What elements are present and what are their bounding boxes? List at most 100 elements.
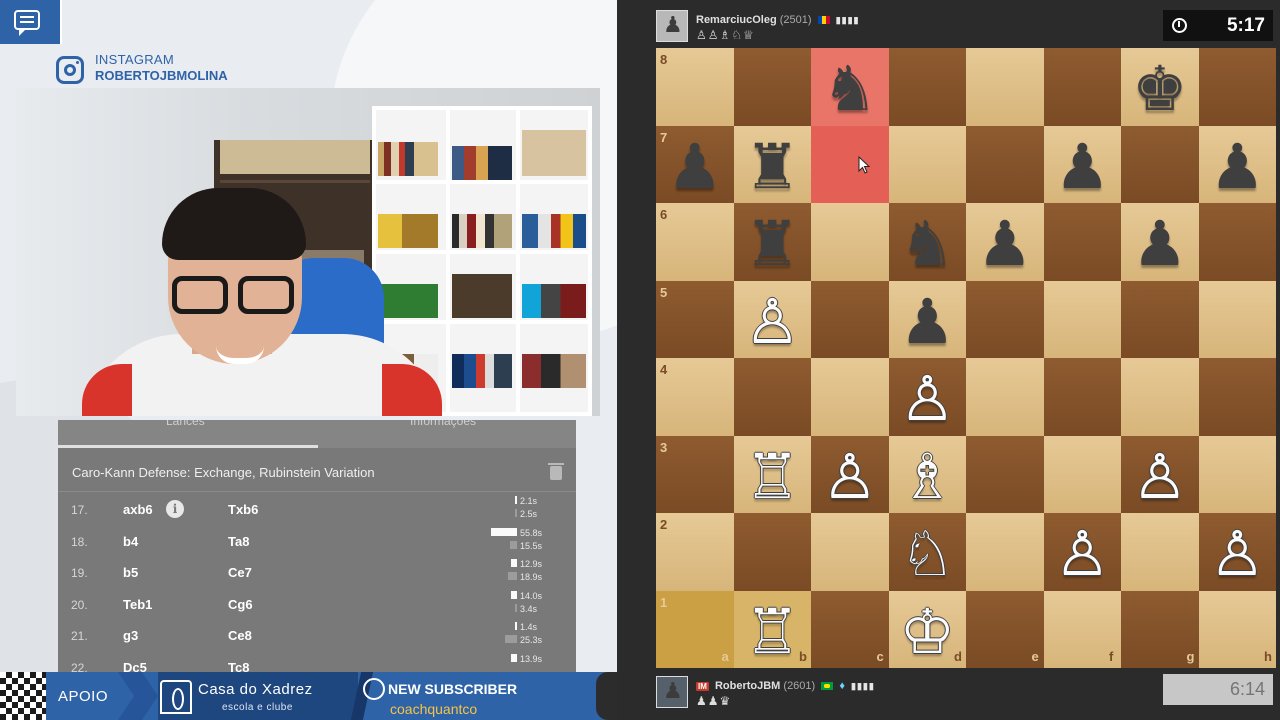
square-a4[interactable] [656,358,734,436]
square-a5[interactable] [656,280,734,358]
black-piece-g6[interactable]: ♟ [1121,205,1199,283]
move-row[interactable]: 19. b5 Ce7 12.9s 18.9s [58,556,576,588]
square-b4[interactable] [733,358,811,436]
white-piece-d3[interactable]: ♗ [889,438,967,516]
square-g4[interactable] [1121,358,1199,436]
black-piece-b6[interactable]: ♜ [734,205,812,283]
white-move[interactable]: axb6 [123,502,153,517]
square-a6[interactable] [656,203,734,281]
square-h8[interactable] [1198,48,1276,126]
white-piece-d4[interactable]: ♙ [889,360,967,438]
player-name[interactable]: RemarciucOleg [696,14,777,26]
square-h4[interactable] [1198,358,1276,436]
square-e5[interactable] [966,280,1044,358]
black-piece-h7[interactable]: ♟ [1199,128,1277,206]
white-time-bar [515,496,517,504]
square-b8[interactable] [733,48,811,126]
black-move[interactable]: Ce8 [228,628,252,643]
square-c7[interactable] [811,125,889,203]
move-row[interactable]: 22. Dc5 Tc8 13.9s [58,651,576,672]
square-d7[interactable] [888,125,966,203]
file-label: a [721,649,729,664]
white-piece-g3[interactable]: ♙ [1121,438,1199,516]
player-name[interactable]: RobertoJBM [715,680,780,692]
black-move[interactable]: Cg6 [228,597,253,612]
square-h6[interactable] [1198,203,1276,281]
square-e3[interactable] [966,435,1044,513]
square-b2[interactable] [733,513,811,591]
square-d8[interactable] [888,48,966,126]
square-g2[interactable] [1121,513,1199,591]
bottom-clock-time: 6:14 [1229,679,1265,699]
new-subscriber-label: NEW SUBSCRIBER [388,681,518,697]
chess-board[interactable]: 8 7 6 5 4 3 2 1 a b c d e f g h ♞ ♚ ♟ ♜ ♟ ♟ ♜ ♞ ♟ ♟ ♙ ♟ ♙ ♖ ♙ ♗ ♙ ♘ ♙ ♙ ♖ ♔ [656,48,1276,668]
square-h5[interactable] [1198,280,1276,358]
move-row[interactable]: 21. g3 Ce8 1.4s 25.3s [58,619,576,651]
white-piece-d2[interactable]: ♘ [889,515,967,593]
avatar[interactable] [656,676,688,708]
black-piece-g8[interactable]: ♚ [1121,50,1199,128]
white-move[interactable]: b4 [123,534,138,549]
white-piece-b5[interactable]: ♙ [734,283,812,361]
black-move[interactable]: Tc8 [228,660,249,672]
square-a8[interactable] [656,48,734,126]
square-e2[interactable] [966,513,1044,591]
black-piece-d5[interactable]: ♟ [889,283,967,361]
square-c5[interactable] [811,280,889,358]
white-move[interactable]: b5 [123,565,138,580]
move-number: 17. [71,503,88,517]
square-f6[interactable] [1043,203,1121,281]
white-piece-d1[interactable]: ♔ [889,593,967,671]
black-move[interactable]: Txb6 [228,502,258,517]
white-piece-b1[interactable]: ♖ [734,593,812,671]
trash-icon[interactable] [548,463,564,480]
square-c4[interactable] [811,358,889,436]
square-e7[interactable] [966,125,1044,203]
white-piece-h2[interactable]: ♙ [1199,515,1277,593]
move-row[interactable]: 20. Teb1 Cg6 14.0s 3.4s [58,588,576,620]
file-label: c [876,649,884,664]
white-piece-f2[interactable]: ♙ [1044,515,1122,593]
square-f4[interactable] [1043,358,1121,436]
info-icon[interactable]: i [166,500,184,518]
white-piece-c3[interactable]: ♙ [811,438,889,516]
square-e8[interactable] [966,48,1044,126]
move-row[interactable]: 17. axb6 i Txb6 2.1s 2.5s [58,493,576,525]
black-piece-b7[interactable]: ♜ [734,128,812,206]
black-piece-e6[interactable]: ♟ [966,205,1044,283]
white-move[interactable]: Dc5 [123,660,147,672]
sponsor-logo-icon [160,680,192,714]
square-g5[interactable] [1121,280,1199,358]
avatar[interactable] [656,10,688,42]
square-f3[interactable] [1043,435,1121,513]
file-label: h [1264,649,1272,664]
white-move[interactable]: Teb1 [123,597,152,612]
white-piece-b3[interactable]: ♖ [734,438,812,516]
black-move[interactable]: Ce7 [228,565,252,580]
square-a2[interactable] [656,513,734,591]
black-piece-f7[interactable]: ♟ [1044,128,1122,206]
tab-moves[interactable]: Lances [166,420,205,428]
move-row[interactable]: 18. b4 Ta8 55.8s 15.5s [58,525,576,557]
black-move[interactable]: Ta8 [228,534,249,549]
connection-signal-icon: ▮▮▮▮ [835,14,860,25]
file-label: e [1031,649,1039,664]
square-a3[interactable] [656,435,734,513]
move-number: 22. [71,661,88,672]
captured-pieces: ♙♙♗♘♕ [696,28,755,42]
file-label: f [1109,649,1114,664]
black-piece-c8[interactable]: ♞ [811,50,889,128]
tab-info[interactable]: Informações [410,420,476,428]
black-piece-a7[interactable]: ♟ [656,128,734,206]
square-c2[interactable] [811,513,889,591]
square-e4[interactable] [966,358,1044,436]
white-move[interactable]: g3 [123,628,138,643]
square-g7[interactable] [1121,125,1199,203]
square-f8[interactable] [1043,48,1121,126]
square-f5[interactable] [1043,280,1121,358]
square-h3[interactable] [1198,435,1276,513]
black-piece-d6[interactable]: ♞ [889,205,967,283]
square-c6[interactable] [811,203,889,281]
chat-toggle-button[interactable] [0,0,62,44]
rank-label: 8 [660,52,668,67]
